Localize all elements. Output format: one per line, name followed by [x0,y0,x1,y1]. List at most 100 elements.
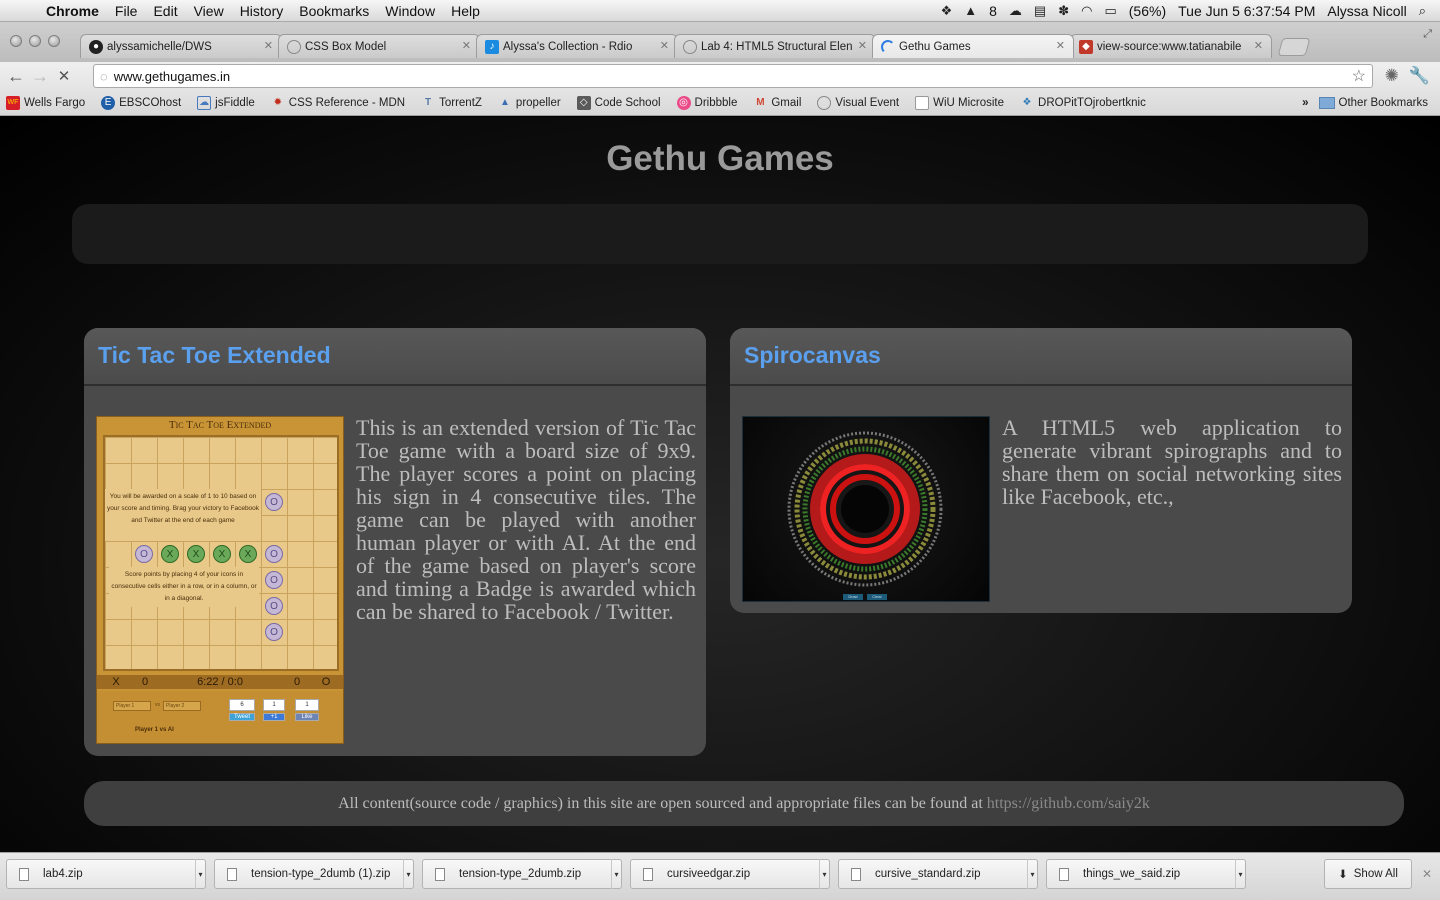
menu-edit[interactable]: Edit [145,3,185,19]
dropdown-arrow-icon[interactable]: ▾ [611,859,621,889]
paw-icon[interactable]: ✽ [1058,3,1069,19]
bookmark-code-school[interactable]: ◇ Code School [576,95,661,110]
spirocanvas-screenshot[interactable]: Draw Clear [742,416,990,602]
thumb-like-button: Like [295,713,319,721]
bookmark-propeller[interactable]: ▲ propeller [498,96,561,110]
menu-bookmarks[interactable]: Bookmarks [291,3,377,19]
bookmark-ebscohost[interactable]: E EBSCOhost [101,95,181,110]
bookmark-css-reference-mdn[interactable]: ✹ CSS Reference - MDN [271,96,406,110]
thumb-o-mark: O [265,597,283,615]
menu-history[interactable]: History [232,3,292,19]
web-page: Gethu Games Tic Tac Toe Extended Tic Tac… [0,117,1440,852]
bookmarks-overflow-chevron-icon[interactable]: » [1302,97,1308,109]
dropdown-arrow-icon[interactable]: ▾ [195,859,205,889]
close-tab-icon[interactable]: ✕ [1056,39,1065,52]
menu-window[interactable]: Window [377,3,443,19]
dropdown-arrow-icon[interactable]: ▾ [1027,859,1037,889]
bookmark-dropit[interactable]: ❖ DROPitTOjrobertknic [1020,96,1146,110]
notes-icon[interactable]: ▤ [1034,3,1046,19]
footer-text: All content(source code / graphics) in t… [338,794,983,812]
url-text[interactable]: www.gethugames.in [114,69,230,84]
other-bookmarks[interactable]: Other Bookmarks [1318,96,1428,109]
bookmark-dribbble[interactable]: ◎ Dribbble [676,95,738,110]
user-name[interactable]: Alyssa Nicoll [1327,3,1406,19]
menu-help[interactable]: Help [443,3,488,19]
bookmark-label: Wells Fargo [24,96,86,109]
dropbox-icon[interactable]: ❖ [941,3,953,19]
menu-app-chrome[interactable]: Chrome [42,3,107,19]
codeschool-icon: ◇ [576,95,591,110]
spotlight-search-icon[interactable]: ⌕ [1419,3,1426,19]
address-bar[interactable]: ◌ www.gethugames.in ☆ [93,64,1373,88]
back-button[interactable]: ← [4,66,28,87]
bookmark-gmail[interactable]: M Gmail [753,96,801,110]
fullscreen-icon[interactable]: ⤢ [1423,28,1432,41]
tic-tac-toe-screenshot[interactable]: Tic Tac Toe Extended You will be awarded… [96,416,344,744]
download-item[interactable]: cursive_standard.zip ▾ [838,859,1038,889]
globe-icon [683,39,697,54]
download-item[interactable]: tension-type_2dumb (1).zip ▾ [214,859,414,889]
tab-title: Alyssa's Collection - Rdio [503,40,633,53]
download-item[interactable]: tension-type_2dumb.zip ▾ [422,859,622,889]
bookmark-label: Code School [594,96,661,109]
battery-icon[interactable]: ▭ [1104,3,1116,19]
tab-lab4[interactable]: Lab 4: HTML5 Structural Elen ✕ [674,34,876,58]
nav-panel [72,204,1368,264]
forward-button[interactable]: → [28,66,52,87]
adobe-updater-icon[interactable]: ▲ [964,3,977,18]
stop-loading-button[interactable]: ✕ [52,67,76,85]
tab-gethu-games[interactable]: Gethu Games ✕ [872,34,1074,58]
menu-view[interactable]: View [186,3,232,19]
zoom-window-button[interactable] [48,35,60,47]
close-window-button[interactable] [10,35,22,47]
globe-icon [287,39,301,54]
bookmark-star-icon[interactable]: ☆ [1352,66,1366,86]
menu-file[interactable]: File [107,3,146,19]
minimize-window-button[interactable] [29,35,41,47]
dropdown-arrow-icon[interactable]: ▾ [403,859,413,889]
tab-title: Gethu Games [899,40,971,53]
bookmark-wells-fargo[interactable]: WF Wells Fargo [6,95,86,110]
notification-count[interactable]: 8 [989,3,997,19]
dropdown-arrow-icon[interactable]: ▾ [819,859,829,889]
wifi-icon[interactable]: ◠ [1081,3,1092,19]
game-title-link[interactable]: Tic Tac Toe Extended [98,342,331,368]
thumb-o-mark: O [135,545,153,563]
download-item[interactable]: cursiveedgar.zip ▾ [630,859,830,889]
bookmark-wiu-microsite[interactable]: WiU Microsite [915,95,1004,110]
tab-title: CSS Box Model [305,40,387,53]
clock[interactable]: Tue Jun 5 6:37:54 PM [1178,3,1315,19]
close-tab-icon[interactable]: ✕ [1254,39,1263,52]
game-card-spirocanvas: Spirocanvas Draw Clear A HTML5 web appli… [730,328,1352,613]
thumb-x-mark: X [161,545,179,563]
wrench-menu-icon[interactable]: 🔧 [1409,66,1430,86]
show-all-label: Show All [1353,868,1398,880]
tab-css-box-model[interactable]: CSS Box Model ✕ [278,34,480,58]
close-shelf-icon[interactable]: ✕ [1422,867,1432,881]
show-all-downloads-button[interactable]: ⬇ Show All [1324,859,1412,889]
game-title-link[interactable]: Spirocanvas [744,342,881,368]
close-tab-icon[interactable]: ✕ [660,39,669,52]
close-tab-icon[interactable]: ✕ [858,39,867,52]
dropdown-arrow-icon[interactable]: ▾ [1235,859,1245,889]
downloads-shelf: lab4.zip ▾ tension-type_2dumb (1).zip ▾ … [0,852,1440,900]
github-link[interactable]: https://github.com/saiy2k [987,795,1150,813]
tab-github[interactable]: ● alyssamichelle/DWS ✕ [80,34,282,58]
github-icon: ● [89,39,103,54]
bookmark-torrentz[interactable]: T TorrentZ [421,96,482,110]
cloud-icon[interactable]: ☁ [1009,3,1022,19]
extension-gear-icon[interactable]: ✺ [1385,66,1399,86]
tab-rdio[interactable]: ♪ Alyssa's Collection - Rdio ✕ [476,34,678,58]
close-tab-icon[interactable]: ✕ [462,39,471,52]
battery-percent[interactable]: (56%) [1129,3,1166,19]
bookmark-label: Dribbble [694,96,738,109]
bookmark-visual-event[interactable]: Visual Event [817,95,899,110]
bookmark-jsfiddle[interactable]: ☁ jsFiddle [197,95,255,110]
game-card-tic-tac-toe: Tic Tac Toe Extended Tic Tac Toe Extende… [84,328,706,756]
new-tab-button[interactable] [1277,38,1311,56]
download-item[interactable]: things_we_said.zip ▾ [1046,859,1246,889]
download-arrow-icon: ⬇ [1338,869,1348,881]
close-tab-icon[interactable]: ✕ [264,39,273,52]
tab-view-source[interactable]: ◆ view-source:www.tatianabile ✕ [1070,34,1272,58]
download-item[interactable]: lab4.zip ▾ [6,859,206,889]
